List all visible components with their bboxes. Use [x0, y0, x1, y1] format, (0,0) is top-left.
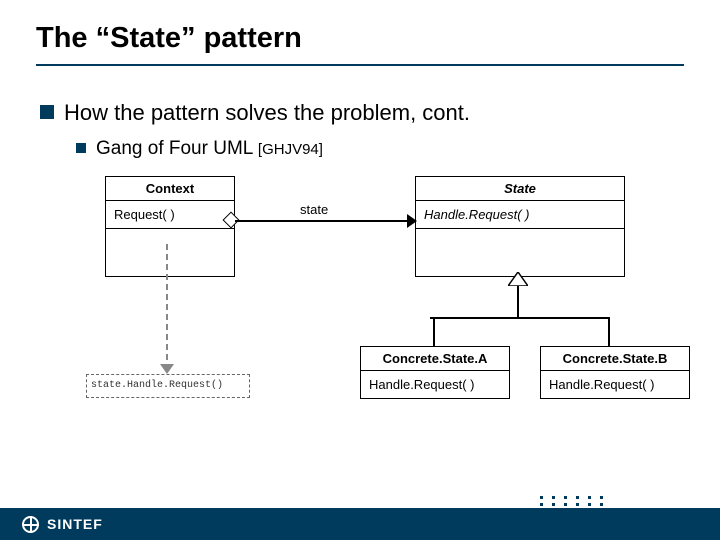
bullet-prefix: Gang of Four UML	[96, 138, 258, 159]
note-connector-line	[166, 244, 168, 370]
uml-class-op: Handle.Request( )	[541, 371, 689, 398]
citation-ref: [GHJV94]	[258, 141, 323, 158]
sintef-logo-text: SINTEF	[47, 516, 103, 532]
uml-class-name: Context	[106, 177, 234, 201]
uml-class-name: Concrete.State.A	[361, 347, 509, 371]
generalization-triangle-icon	[508, 272, 528, 286]
uml-class-concrete-b: Concrete.State.B Handle.Request( )	[540, 346, 690, 399]
title-underline	[36, 64, 684, 66]
square-bullet-icon	[76, 143, 86, 153]
uml-class-op: Handle.Request( )	[361, 371, 509, 398]
association-line	[235, 220, 415, 222]
uml-class-context: Context Request( )	[105, 176, 235, 277]
uml-empty-compartment	[416, 228, 624, 276]
arrow-down-icon	[160, 364, 174, 374]
generalization-line	[517, 286, 519, 318]
uml-empty-compartment	[106, 228, 234, 276]
uml-class-concrete-a: Concrete.State.A Handle.Request( )	[360, 346, 510, 399]
uml-class-name: Concrete.State.B	[541, 347, 689, 371]
uml-diagram: Context Request( ) State Handle.Request(…	[50, 170, 690, 440]
bullet-text: Gang of Four UML [GHJV94]	[96, 138, 323, 160]
bullet-level2: Gang of Four UML [GHJV94]	[76, 138, 323, 160]
bullet-text: How the pattern solves the problem, cont…	[64, 100, 470, 126]
generalization-line	[430, 317, 610, 319]
decorative-dots	[540, 496, 606, 506]
uml-class-state: State Handle.Request( )	[415, 176, 625, 277]
slide-title: The “State” pattern	[0, 0, 720, 55]
uml-note: state.Handle.Request()	[86, 374, 250, 398]
footer-bar: SINTEF	[0, 508, 720, 540]
association-label: state	[300, 202, 328, 217]
arrow-right-icon	[407, 214, 417, 228]
square-bullet-icon	[40, 105, 54, 119]
sintef-globe-icon	[22, 516, 39, 533]
uml-class-op: Handle.Request( )	[416, 201, 624, 228]
uml-class-name: State	[416, 177, 624, 201]
generalization-line	[433, 317, 435, 347]
uml-class-op: Request( )	[106, 201, 234, 228]
generalization-line	[608, 317, 610, 347]
bullet-level1: How the pattern solves the problem, cont…	[40, 100, 470, 126]
